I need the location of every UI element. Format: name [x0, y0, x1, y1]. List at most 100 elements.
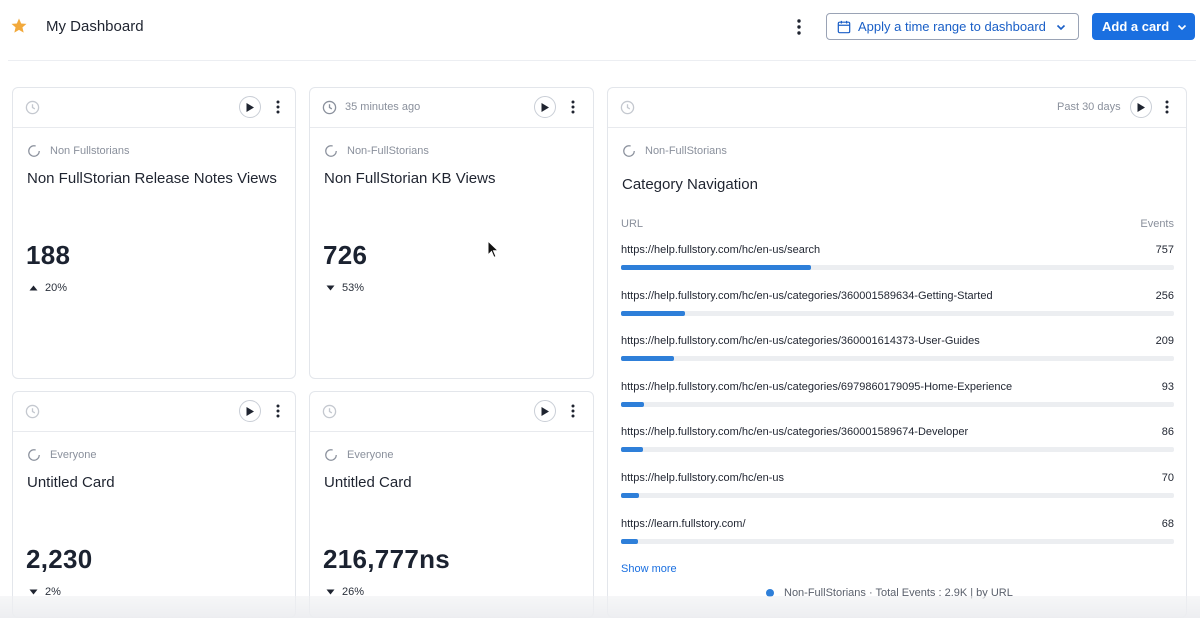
- card-menu-button[interactable]: [272, 97, 284, 117]
- card-menu-button[interactable]: [272, 401, 284, 421]
- star-icon[interactable]: [10, 17, 28, 35]
- page-title: My Dashboard: [46, 18, 144, 35]
- card-title: Untitled Card: [27, 474, 115, 491]
- clock-icon: [25, 404, 40, 419]
- card-toolbar: [13, 392, 295, 432]
- segment-label: Non-FullStorians: [324, 144, 429, 158]
- play-icon: [541, 406, 549, 416]
- clock-icon: [322, 404, 337, 419]
- card-menu-button[interactable]: [567, 401, 579, 421]
- bar-track: [621, 401, 1174, 407]
- column-events: Events: [1140, 218, 1174, 230]
- play-button[interactable]: [534, 96, 556, 118]
- metric-card[interactable]: 35 minutes ago Non-FullStorians Non Full…: [309, 87, 594, 379]
- row-events: 256: [1155, 289, 1174, 302]
- show-more-link[interactable]: Show more: [621, 563, 677, 575]
- caret-down-icon: [29, 589, 38, 595]
- row-url: https://learn.fullstory.com/: [621, 517, 746, 530]
- row-url: https://help.fullstory.com/hc/en-us/cate…: [621, 426, 969, 439]
- chevron-down-icon: [1056, 24, 1065, 30]
- caret-up-icon: [29, 285, 38, 291]
- metric-card[interactable]: Everyone Untitled Card 216,777ns 26%: [309, 391, 594, 618]
- table-row[interactable]: https://learn.fullstory.com/ 68: [621, 518, 1174, 558]
- bar-track: [621, 538, 1174, 544]
- play-icon: [541, 102, 549, 112]
- last-updated: 35 minutes ago: [345, 101, 421, 113]
- category-navigation-card[interactable]: Past 30 days Non-FullStorians Category N…: [607, 87, 1187, 618]
- apply-time-range-button[interactable]: Apply a time range to dashboard: [826, 13, 1079, 40]
- row-events: 93: [1161, 380, 1174, 393]
- row-url: https://help.fullstory.com/hc/en-us: [621, 472, 785, 484]
- row-events: 86: [1161, 426, 1174, 439]
- time-range-label: Apply a time range to dashboard: [858, 19, 1046, 34]
- bar-track: [621, 265, 1174, 270]
- row-events: 757: [1155, 244, 1174, 256]
- table-row[interactable]: https://help.fullstory.com/hc/en-us/cate…: [621, 426, 1174, 466]
- segment-label: Everyone: [27, 448, 96, 462]
- play-button[interactable]: [239, 400, 261, 422]
- cursor-icon: [487, 240, 499, 259]
- metric-card[interactable]: Non Fullstorians Non FullStorian Release…: [12, 87, 296, 379]
- kebab-icon: [276, 404, 280, 418]
- metric-value: 216,777ns: [323, 544, 451, 574]
- segment-icon: [28, 145, 40, 157]
- segment-name: Non-FullStorians: [347, 145, 429, 157]
- card-toolbar: 35 minutes ago: [310, 88, 593, 128]
- kebab-icon: [571, 100, 575, 114]
- card-toolbar: [310, 392, 593, 432]
- kebab-icon: [797, 19, 801, 35]
- row-events: 68: [1161, 517, 1174, 530]
- play-button[interactable]: [239, 96, 261, 118]
- metric-value: 188: [26, 240, 71, 270]
- kebab-icon: [1165, 100, 1169, 114]
- card-menu-button[interactable]: [1161, 97, 1173, 117]
- play-icon: [246, 406, 254, 416]
- delta-value: 20%: [45, 282, 68, 294]
- metric-card[interactable]: Everyone Untitled Card 2,230 2%: [12, 391, 296, 618]
- segment-label: Non-FullStorians: [622, 144, 727, 158]
- caret-down-icon: [326, 589, 335, 595]
- segment-icon: [28, 449, 40, 461]
- play-button[interactable]: [1130, 96, 1152, 118]
- table-row[interactable]: https://help.fullstory.com/hc/en-us/cate…: [621, 335, 1174, 375]
- row-url: https://help.fullstory.com/hc/en-us/cate…: [621, 289, 993, 302]
- table-header: URL Events: [621, 218, 1174, 230]
- bar-fill: [621, 356, 674, 362]
- row-url: https://help.fullstory.com/hc/en-us/cate…: [621, 380, 1013, 393]
- bar-track: [621, 447, 1174, 453]
- header-divider: [8, 60, 1196, 61]
- delta-value: 53%: [342, 282, 365, 294]
- segment-icon: [325, 145, 337, 157]
- table-row[interactable]: https://help.fullstory.com/hc/en-us/sear…: [621, 244, 1174, 284]
- clock-icon: [322, 100, 337, 115]
- play-button[interactable]: [534, 400, 556, 422]
- chevron-down-icon: [1178, 24, 1187, 30]
- table-row[interactable]: https://help.fullstory.com/hc/en-us 70: [621, 472, 1174, 512]
- dashboard-menu-button[interactable]: [788, 15, 810, 39]
- add-card-button[interactable]: Add a card: [1092, 13, 1195, 40]
- segment-label: Non Fullstorians: [27, 144, 129, 158]
- metric-delta: 20%: [29, 282, 67, 294]
- table-row[interactable]: https://help.fullstory.com/hc/en-us/cate…: [621, 290, 1174, 330]
- card-title: Non FullStorian KB Views: [324, 170, 496, 187]
- table-row[interactable]: https://help.fullstory.com/hc/en-us/cate…: [621, 381, 1174, 421]
- bar-fill: [621, 538, 639, 544]
- caret-down-icon: [326, 285, 335, 291]
- segment-icon: [325, 449, 337, 461]
- clock-icon: [25, 100, 40, 115]
- bar-fill: [621, 493, 639, 498]
- row-url: https://help.fullstory.com/hc/en-us/cate…: [621, 335, 980, 348]
- play-icon: [246, 102, 254, 112]
- kebab-icon: [571, 404, 575, 418]
- card-menu-button[interactable]: [567, 97, 579, 117]
- calendar-icon: [837, 20, 851, 33]
- bar-track: [621, 310, 1174, 316]
- segment-name: Everyone: [50, 449, 97, 461]
- segment-icon: [623, 145, 635, 157]
- play-icon: [1137, 102, 1145, 112]
- metric-value: 2,230: [26, 544, 93, 574]
- column-url: URL: [621, 218, 644, 230]
- bottom-edge: [0, 596, 1200, 618]
- row-events: 70: [1161, 472, 1174, 484]
- bar-fill: [621, 265, 812, 270]
